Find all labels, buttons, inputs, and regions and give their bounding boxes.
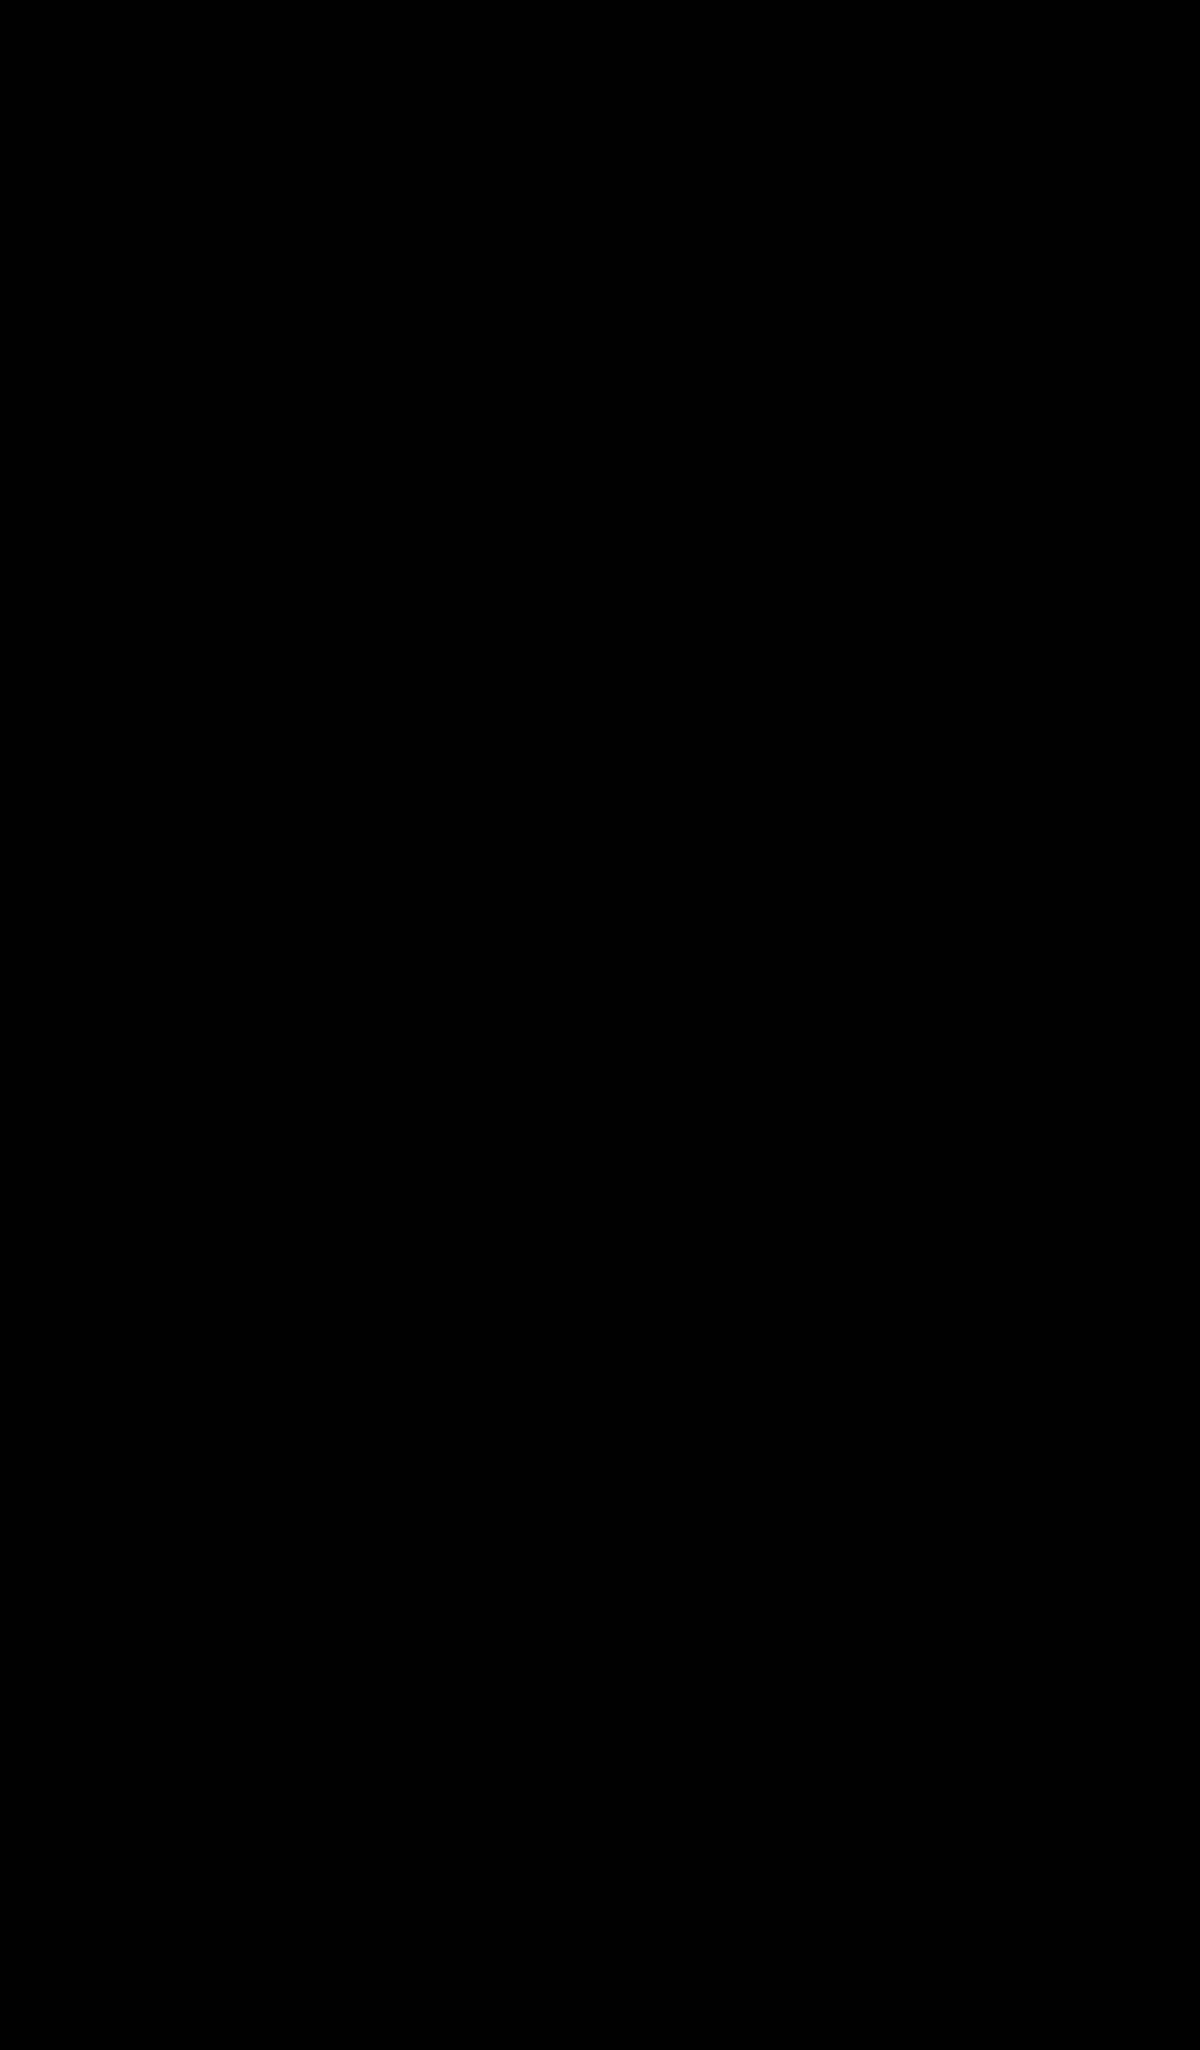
gear-overview-page (0, 0, 1200, 2050)
cost-saving-tips (624, 410, 916, 438)
